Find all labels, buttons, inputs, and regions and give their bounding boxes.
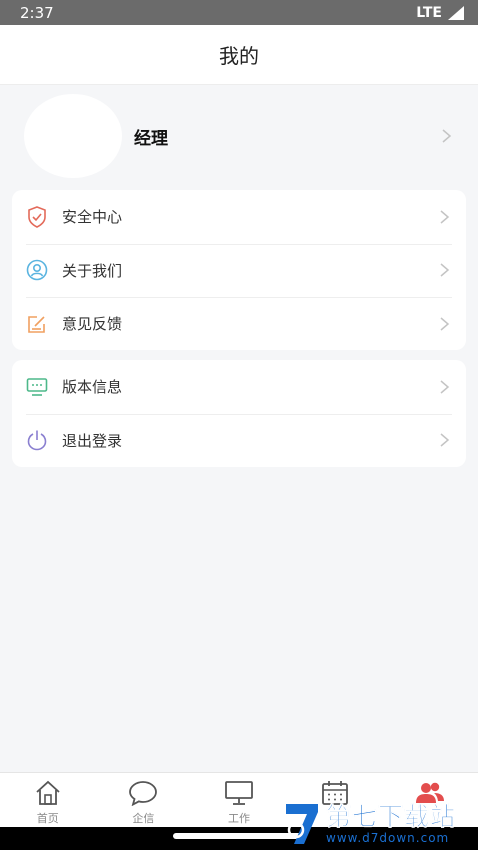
menu-item-logout[interactable]: 退出登录: [12, 413, 466, 468]
tab-label: 首页: [36, 812, 59, 825]
desktop-icon: [224, 779, 254, 807]
power-icon: [26, 429, 48, 451]
chevron-right-icon: [438, 379, 450, 395]
menu-item-label: 安全中心: [62, 208, 123, 227]
menu-card-1: 安全中心 关于我们 意见反馈: [12, 190, 466, 350]
menu-item-label: 版本信息: [62, 378, 123, 397]
menu-item-label: 意见反馈: [62, 315, 123, 334]
page-title: 我的: [219, 44, 259, 68]
watermark-url: www.d7down.com: [326, 830, 450, 845]
menu-item-about[interactable]: 关于我们: [12, 243, 466, 298]
watermark-text: 第七下载站 www.d7down.com: [326, 801, 457, 845]
profile-name: 经理: [134, 128, 168, 149]
watermark: 第七下载站 www.d7down.com: [282, 797, 478, 850]
watermark-logo-icon: [286, 803, 318, 844]
avatar[interactable]: [24, 94, 122, 178]
tab-work[interactable]: 工作: [191, 773, 287, 827]
menu-item-security[interactable]: 安全中心: [12, 190, 466, 244]
chevron-right-icon: [438, 262, 450, 278]
chevron-right-icon: [440, 128, 452, 144]
chat-bubble-icon: [128, 779, 158, 807]
tab-home[interactable]: 首页: [0, 773, 96, 827]
chevron-right-icon: [438, 316, 450, 332]
nav-bar: 我的: [0, 25, 478, 85]
status-indicators: LTE: [416, 5, 464, 21]
status-bar: 2:37 LTE: [0, 0, 478, 25]
feedback-edit-icon: [26, 313, 48, 335]
chevron-right-icon: [438, 209, 450, 225]
network-label: LTE: [416, 4, 442, 21]
menu-item-feedback[interactable]: 意见反馈: [12, 297, 466, 351]
menu-card-2: 版本信息 退出登录: [12, 360, 466, 467]
home-icon: [33, 779, 63, 807]
status-time: 2:37: [20, 3, 54, 22]
menu-item-version[interactable]: 版本信息: [12, 360, 466, 414]
chevron-right-icon: [438, 432, 450, 448]
user-circle-icon: [26, 259, 48, 281]
profile-section[interactable]: 经理: [0, 86, 478, 186]
tab-label: 工作: [227, 812, 250, 825]
watermark-title: 第七下载站: [326, 801, 457, 831]
shield-icon: [26, 205, 48, 228]
menu-item-label: 退出登录: [62, 431, 123, 450]
tab-messages[interactable]: 企信: [96, 773, 192, 827]
monitor-info-icon: [26, 376, 48, 398]
signal-icon: [448, 5, 464, 20]
menu-item-label: 关于我们: [62, 261, 123, 280]
tab-label: 企信: [132, 812, 155, 825]
